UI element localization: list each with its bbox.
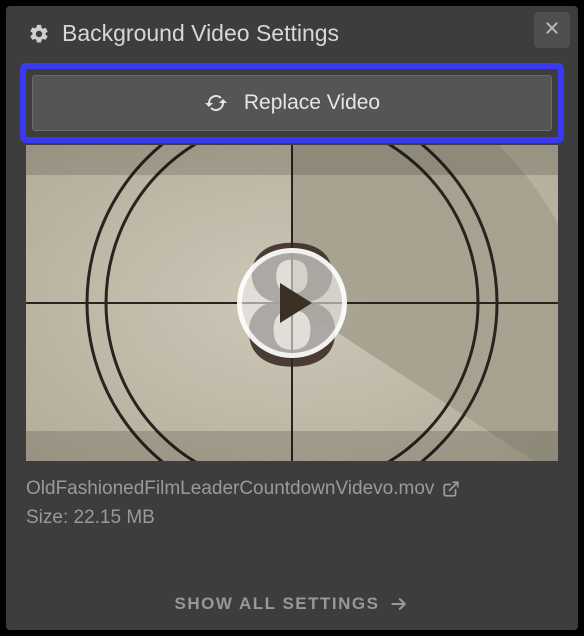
play-icon <box>272 283 312 323</box>
close-icon <box>544 20 560 41</box>
video-meta: OldFashionedFilmLeaderCountdownVidevo.mo… <box>26 475 558 532</box>
filename-row: OldFashionedFilmLeaderCountdownVidevo.mo… <box>26 475 558 504</box>
show-all-label: SHOW ALL SETTINGS <box>175 594 380 614</box>
close-button[interactable] <box>534 12 570 48</box>
refresh-icon <box>204 91 228 115</box>
video-size: Size: 22.15 MB <box>26 504 558 533</box>
external-link-icon[interactable] <box>442 480 460 498</box>
replace-video-label: Replace Video <box>244 91 380 115</box>
play-button[interactable] <box>237 248 347 358</box>
panel-title: Background Video Settings <box>62 20 339 47</box>
video-preview: 8 <box>26 145 558 461</box>
panel-header: Background Video Settings <box>6 6 578 57</box>
show-all-settings-button[interactable]: SHOW ALL SETTINGS <box>6 594 578 614</box>
gear-icon <box>28 23 50 45</box>
replace-video-highlight: Replace Video <box>20 63 564 143</box>
video-filename: OldFashionedFilmLeaderCountdownVidevo.mo… <box>26 475 434 504</box>
settings-panel: Background Video Settings Replace Video <box>6 6 578 630</box>
arrow-right-icon <box>389 594 409 614</box>
replace-video-button[interactable]: Replace Video <box>32 75 552 131</box>
